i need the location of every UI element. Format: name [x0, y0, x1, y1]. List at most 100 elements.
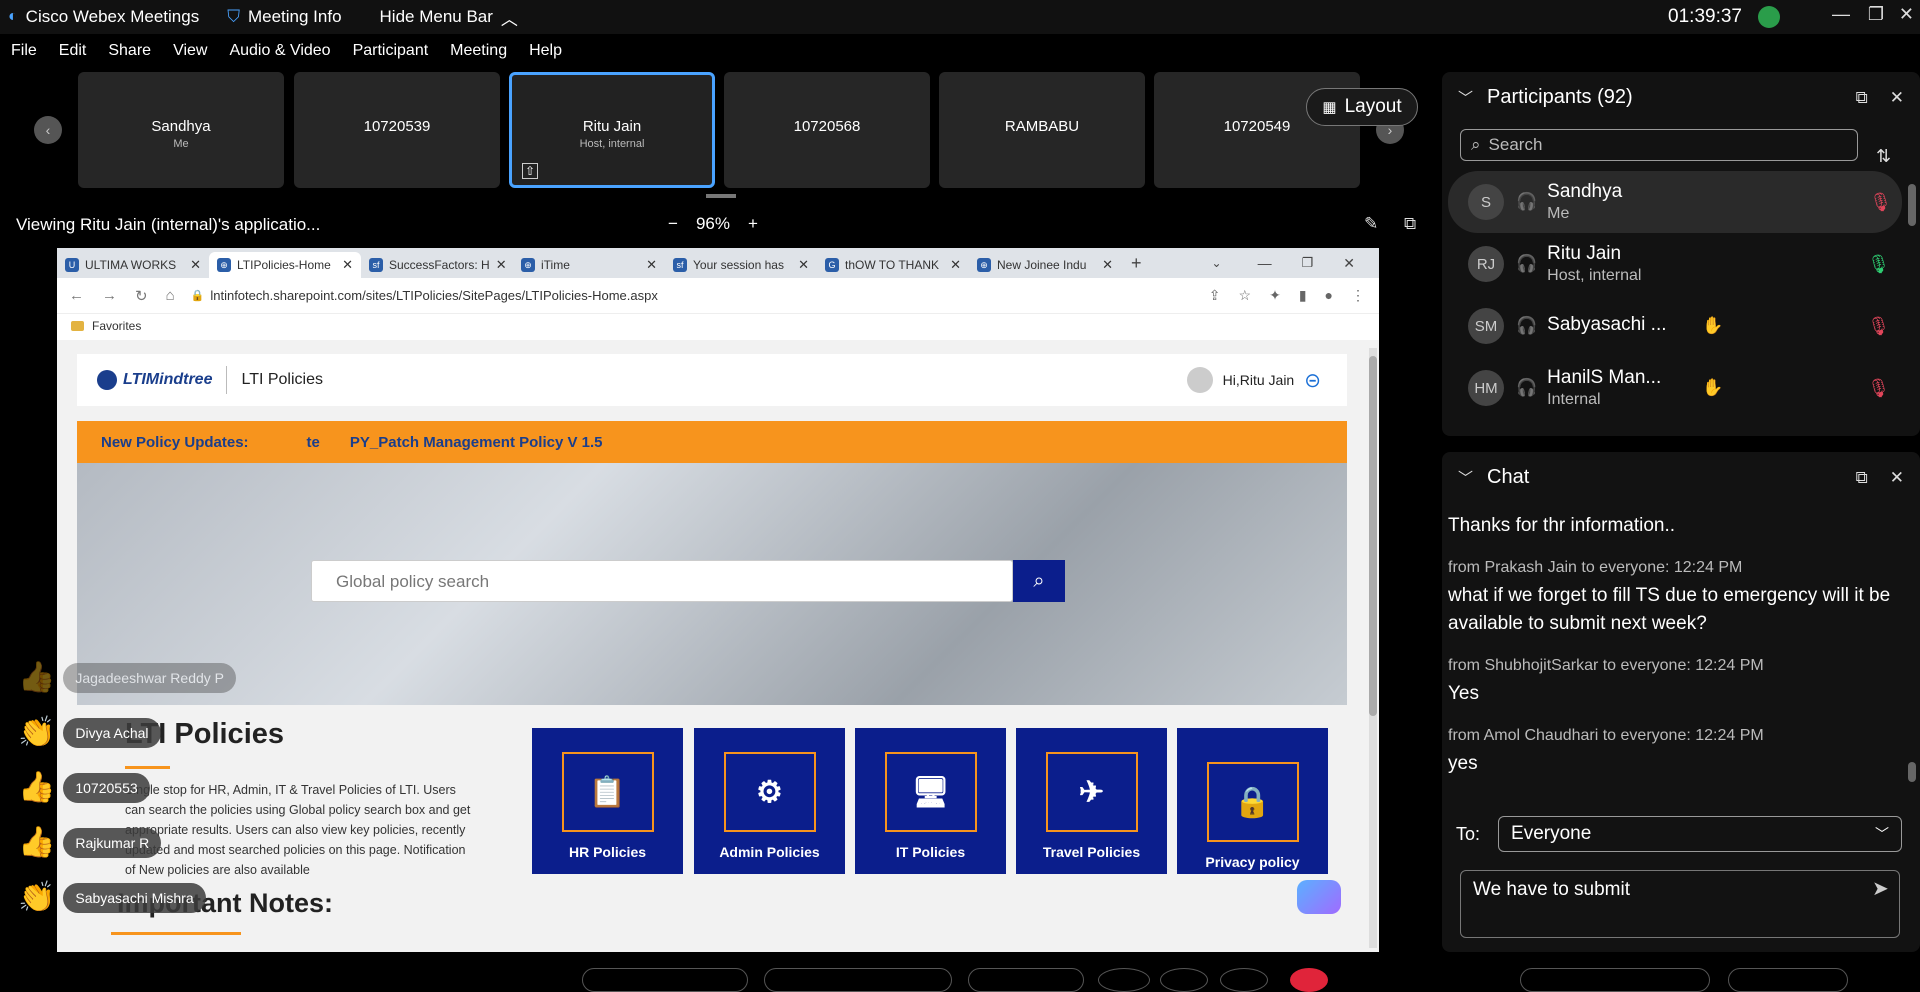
reactions-button[interactable]: [1160, 968, 1208, 992]
recipient-select[interactable]: Everyone ﹀: [1498, 816, 1903, 852]
popout-icon[interactable]: ⧉: [1856, 468, 1868, 488]
leave-meeting-button[interactable]: [1290, 968, 1328, 992]
zoom-in-icon[interactable]: +: [748, 214, 758, 234]
search-button[interactable]: ⌕: [1013, 560, 1065, 602]
close-tab-icon[interactable]: ✕: [342, 257, 353, 273]
hr-policies-card[interactable]: 📋 HR Policies: [532, 728, 683, 874]
close-tab-icon[interactable]: ✕: [798, 257, 809, 273]
profile-icon[interactable]: ●: [1325, 287, 1333, 304]
participant-row[interactable]: RJ 🎧 Ritu Jain Host, internal 🎙: [1442, 233, 1920, 295]
browser-tab[interactable]: U ULTIMA WORKS ✕: [57, 252, 209, 278]
share-button[interactable]: [968, 968, 1084, 992]
mic-muted-icon[interactable]: 🎙: [1867, 378, 1890, 399]
close-tab-icon[interactable]: ✕: [950, 257, 961, 273]
address-bar[interactable]: lntinfotech.sharepoint.com/sites/LTIPoli…: [210, 288, 658, 303]
close-tab-icon[interactable]: ✕: [190, 257, 201, 273]
video-tile-active-speaker[interactable]: Ritu Jain Host, internal ⇧: [509, 72, 715, 188]
page-scroll-thumb[interactable]: [1369, 356, 1377, 716]
mic-muted-icon[interactable]: 🎙: [1869, 192, 1892, 213]
menu-participant[interactable]: Participant: [342, 38, 440, 68]
menu-audio-video[interactable]: Audio & Video: [218, 38, 341, 68]
menu-file[interactable]: File: [0, 38, 48, 68]
favorites-folder[interactable]: Favorites: [92, 319, 141, 333]
updates-fragment[interactable]: te: [307, 434, 320, 451]
minimize-icon[interactable]: —: [1832, 4, 1850, 25]
close-panel-icon[interactable]: ✕: [1890, 468, 1904, 488]
privacy-policy-card[interactable]: 🔒 Privacy policy: [1177, 728, 1328, 874]
video-tile[interactable]: 10720568: [724, 72, 930, 188]
browser-close-icon[interactable]: ✕: [1343, 255, 1355, 272]
close-panel-icon[interactable]: ✕: [1890, 88, 1904, 108]
menu-help[interactable]: Help: [518, 38, 573, 68]
video-tile[interactable]: RAMBABU: [939, 72, 1145, 188]
chat-toggle-button[interactable]: [1728, 968, 1848, 992]
participant-row[interactable]: S 🎧 Sandhya Me 🎙: [1448, 171, 1902, 233]
mic-active-icon[interactable]: 🎙: [1867, 254, 1890, 275]
signout-icon[interactable]: ⊝: [1304, 368, 1321, 393]
chevron-down-icon[interactable]: ﹀: [1458, 87, 1473, 108]
popout-icon[interactable]: ⧉: [1856, 88, 1868, 108]
video-tile[interactable]: 10720539: [294, 72, 500, 188]
chevron-down-icon[interactable]: ﹀: [1458, 467, 1473, 488]
browser-tab[interactable]: sf SuccessFactors: H ✕: [361, 252, 513, 278]
annotate-icon[interactable]: ✎: [1364, 214, 1378, 234]
extensions-icon[interactable]: ✦: [1269, 287, 1281, 304]
back-icon[interactable]: ←: [69, 287, 84, 305]
mute-button[interactable]: [582, 968, 748, 992]
remote-control-icon[interactable]: ⧉: [1404, 214, 1416, 234]
mic-muted-icon[interactable]: 🎙: [1867, 316, 1890, 337]
share-page-icon[interactable]: ⇪: [1209, 287, 1221, 304]
browser-restore-icon[interactable]: ❐: [1302, 255, 1314, 271]
network-signal-icon[interactable]: [1758, 6, 1780, 28]
video-tile[interactable]: Sandhya Me: [78, 72, 284, 188]
it-policies-card[interactable]: 🖥 IT Policies: [855, 728, 1006, 874]
participants-scrollbar[interactable]: [1908, 184, 1916, 226]
ltimindtree-logo[interactable]: LTIMindtree: [97, 370, 212, 390]
forward-icon[interactable]: →: [102, 287, 117, 305]
participants-toggle-button[interactable]: [1520, 968, 1710, 992]
more-menu-icon[interactable]: ⋮: [1351, 287, 1365, 304]
close-tab-icon[interactable]: ✕: [496, 257, 507, 273]
restore-icon[interactable]: ❐: [1868, 4, 1884, 25]
raise-hand-button[interactable]: [1098, 968, 1150, 992]
hide-menu-bar-button[interactable]: Hide Menu Bar ︿: [380, 5, 518, 30]
send-icon[interactable]: ➤: [1872, 876, 1889, 901]
global-policy-search-input[interactable]: Global policy search: [311, 560, 1013, 602]
reload-icon[interactable]: ↻: [135, 287, 148, 305]
participant-search-input[interactable]: ⌕ Search: [1460, 129, 1858, 161]
layout-button[interactable]: ▦ Layout: [1306, 88, 1418, 126]
close-tab-icon[interactable]: ✕: [1102, 257, 1113, 273]
copilot-icon[interactable]: [1297, 880, 1341, 914]
tab-list-icon[interactable]: ⌄: [1212, 256, 1222, 270]
strip-resize-handle[interactable]: [706, 194, 736, 198]
home-icon[interactable]: ⌂: [166, 287, 175, 305]
participant-row[interactable]: HM 🎧 HanilS Man... Internal ✋ 🎙: [1442, 357, 1920, 419]
chat-message-input[interactable]: We have to submit: [1460, 870, 1900, 938]
browser-minimize-icon[interactable]: —: [1258, 255, 1272, 271]
meeting-info-button[interactable]: ⛉ Meeting Info: [227, 7, 341, 27]
more-options-button[interactable]: [1220, 968, 1268, 992]
chat-scrollbar[interactable]: [1908, 762, 1916, 782]
sort-icon[interactable]: ⇅: [1876, 146, 1891, 167]
admin-policies-card[interactable]: ⚙ Admin Policies: [694, 728, 845, 874]
menu-share[interactable]: Share: [97, 38, 162, 68]
travel-policies-card[interactable]: ✈ Travel Policies: [1016, 728, 1167, 874]
zoom-out-icon[interactable]: −: [668, 214, 678, 234]
strip-prev-button[interactable]: ‹: [34, 116, 62, 144]
menu-view[interactable]: View: [162, 38, 218, 68]
updates-item[interactable]: PY_Patch Management Policy V 1.5: [350, 434, 603, 451]
browser-tab-active[interactable]: ⊕ LTIPolicies-Home ✕: [209, 252, 361, 278]
menu-edit[interactable]: Edit: [48, 38, 98, 68]
close-window-icon[interactable]: ✕: [1899, 4, 1914, 25]
participant-row[interactable]: SM 🎧 Sabyasachi ... ✋ 🎙: [1442, 295, 1920, 357]
new-tab-icon[interactable]: +: [1131, 253, 1142, 274]
start-video-button[interactable]: [764, 968, 952, 992]
browser-tab[interactable]: ⊕ iTime ✕: [513, 252, 665, 278]
bookmark-star-icon[interactable]: ☆: [1239, 287, 1252, 304]
browser-tab[interactable]: G thOW TO THANK ✕: [817, 252, 969, 278]
close-tab-icon[interactable]: ✕: [646, 257, 657, 273]
menu-meeting[interactable]: Meeting: [439, 38, 518, 68]
sidebar-icon[interactable]: ▮: [1299, 287, 1307, 304]
browser-tab[interactable]: sf Your session has ✕: [665, 252, 817, 278]
browser-tab[interactable]: ⊕ New Joinee Indu ✕: [969, 252, 1121, 278]
